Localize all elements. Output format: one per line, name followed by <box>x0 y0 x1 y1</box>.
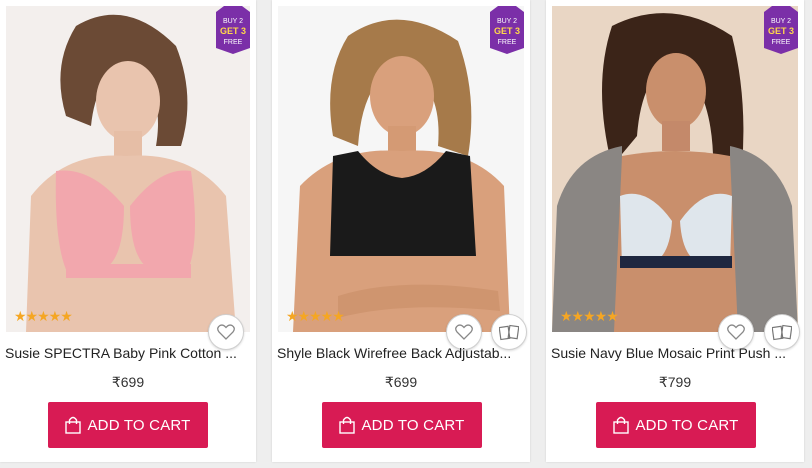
offer-line2: GET 3 <box>220 26 246 36</box>
rating-stars: ★★★★★ <box>14 308 73 324</box>
offer-line3: FREE <box>772 39 791 46</box>
offer-line1: BUY 2 <box>497 18 517 25</box>
product-card: BUY 2 GET 3 FREE ★★★★★ Shyle Black Wiref… <box>272 0 530 462</box>
heart-icon <box>727 324 745 340</box>
offer-badge-icon: BUY 2 GET 3 FREE <box>490 6 524 54</box>
shopping-bag-icon <box>65 416 82 434</box>
heart-icon <box>217 324 235 340</box>
product-title[interactable]: Susie SPECTRA Baby Pink Cotton ... <box>5 343 251 363</box>
add-to-cart-button[interactable]: ADD TO CART <box>322 402 482 448</box>
add-to-cart-button[interactable]: ADD TO CART <box>596 402 756 448</box>
product-price: ₹699 <box>384 374 418 390</box>
rating-stars: ★★★★★ <box>560 308 619 324</box>
product-price: ₹799 <box>658 374 692 390</box>
product-image[interactable] <box>552 6 798 332</box>
add-to-cart-label: ADD TO CART <box>87 416 191 434</box>
heart-icon <box>455 324 473 340</box>
shopping-bag-icon <box>613 416 630 434</box>
product-price: ₹699 <box>111 374 145 390</box>
offer-line2: GET 3 <box>768 26 794 36</box>
offer-line3: FREE <box>498 39 517 46</box>
offer-badge-icon: BUY 2 GET 3 FREE <box>764 6 798 54</box>
add-to-cart-label: ADD TO CART <box>361 416 465 434</box>
product-image[interactable] <box>278 6 524 332</box>
offer-line3: FREE <box>224 39 243 46</box>
offer-line1: BUY 2 <box>223 18 243 25</box>
compare-icon <box>499 324 519 341</box>
product-title[interactable]: Shyle Black Wirefree Back Adjustab... <box>277 343 523 363</box>
rating-stars: ★★★★★ <box>286 308 345 324</box>
offer-line1: BUY 2 <box>771 18 791 25</box>
compare-icon <box>772 324 792 341</box>
add-to-cart-label: ADD TO CART <box>635 416 739 434</box>
offer-line2: GET 3 <box>494 26 520 36</box>
product-card: BUY 2 GET 3 FREE ★★★★★ Susie SPECTRA Bab… <box>0 0 256 462</box>
shopping-bag-icon <box>339 416 356 434</box>
add-to-cart-button[interactable]: ADD TO CART <box>48 402 208 448</box>
product-card: BUY 2 GET 3 FREE ★★★★★ Susie Navy Blue M… <box>546 0 804 462</box>
product-title[interactable]: Susie Navy Blue Mosaic Print Push ... <box>551 343 797 363</box>
offer-badge-icon: BUY 2 GET 3 FREE <box>216 6 250 54</box>
product-image[interactable] <box>6 6 250 332</box>
